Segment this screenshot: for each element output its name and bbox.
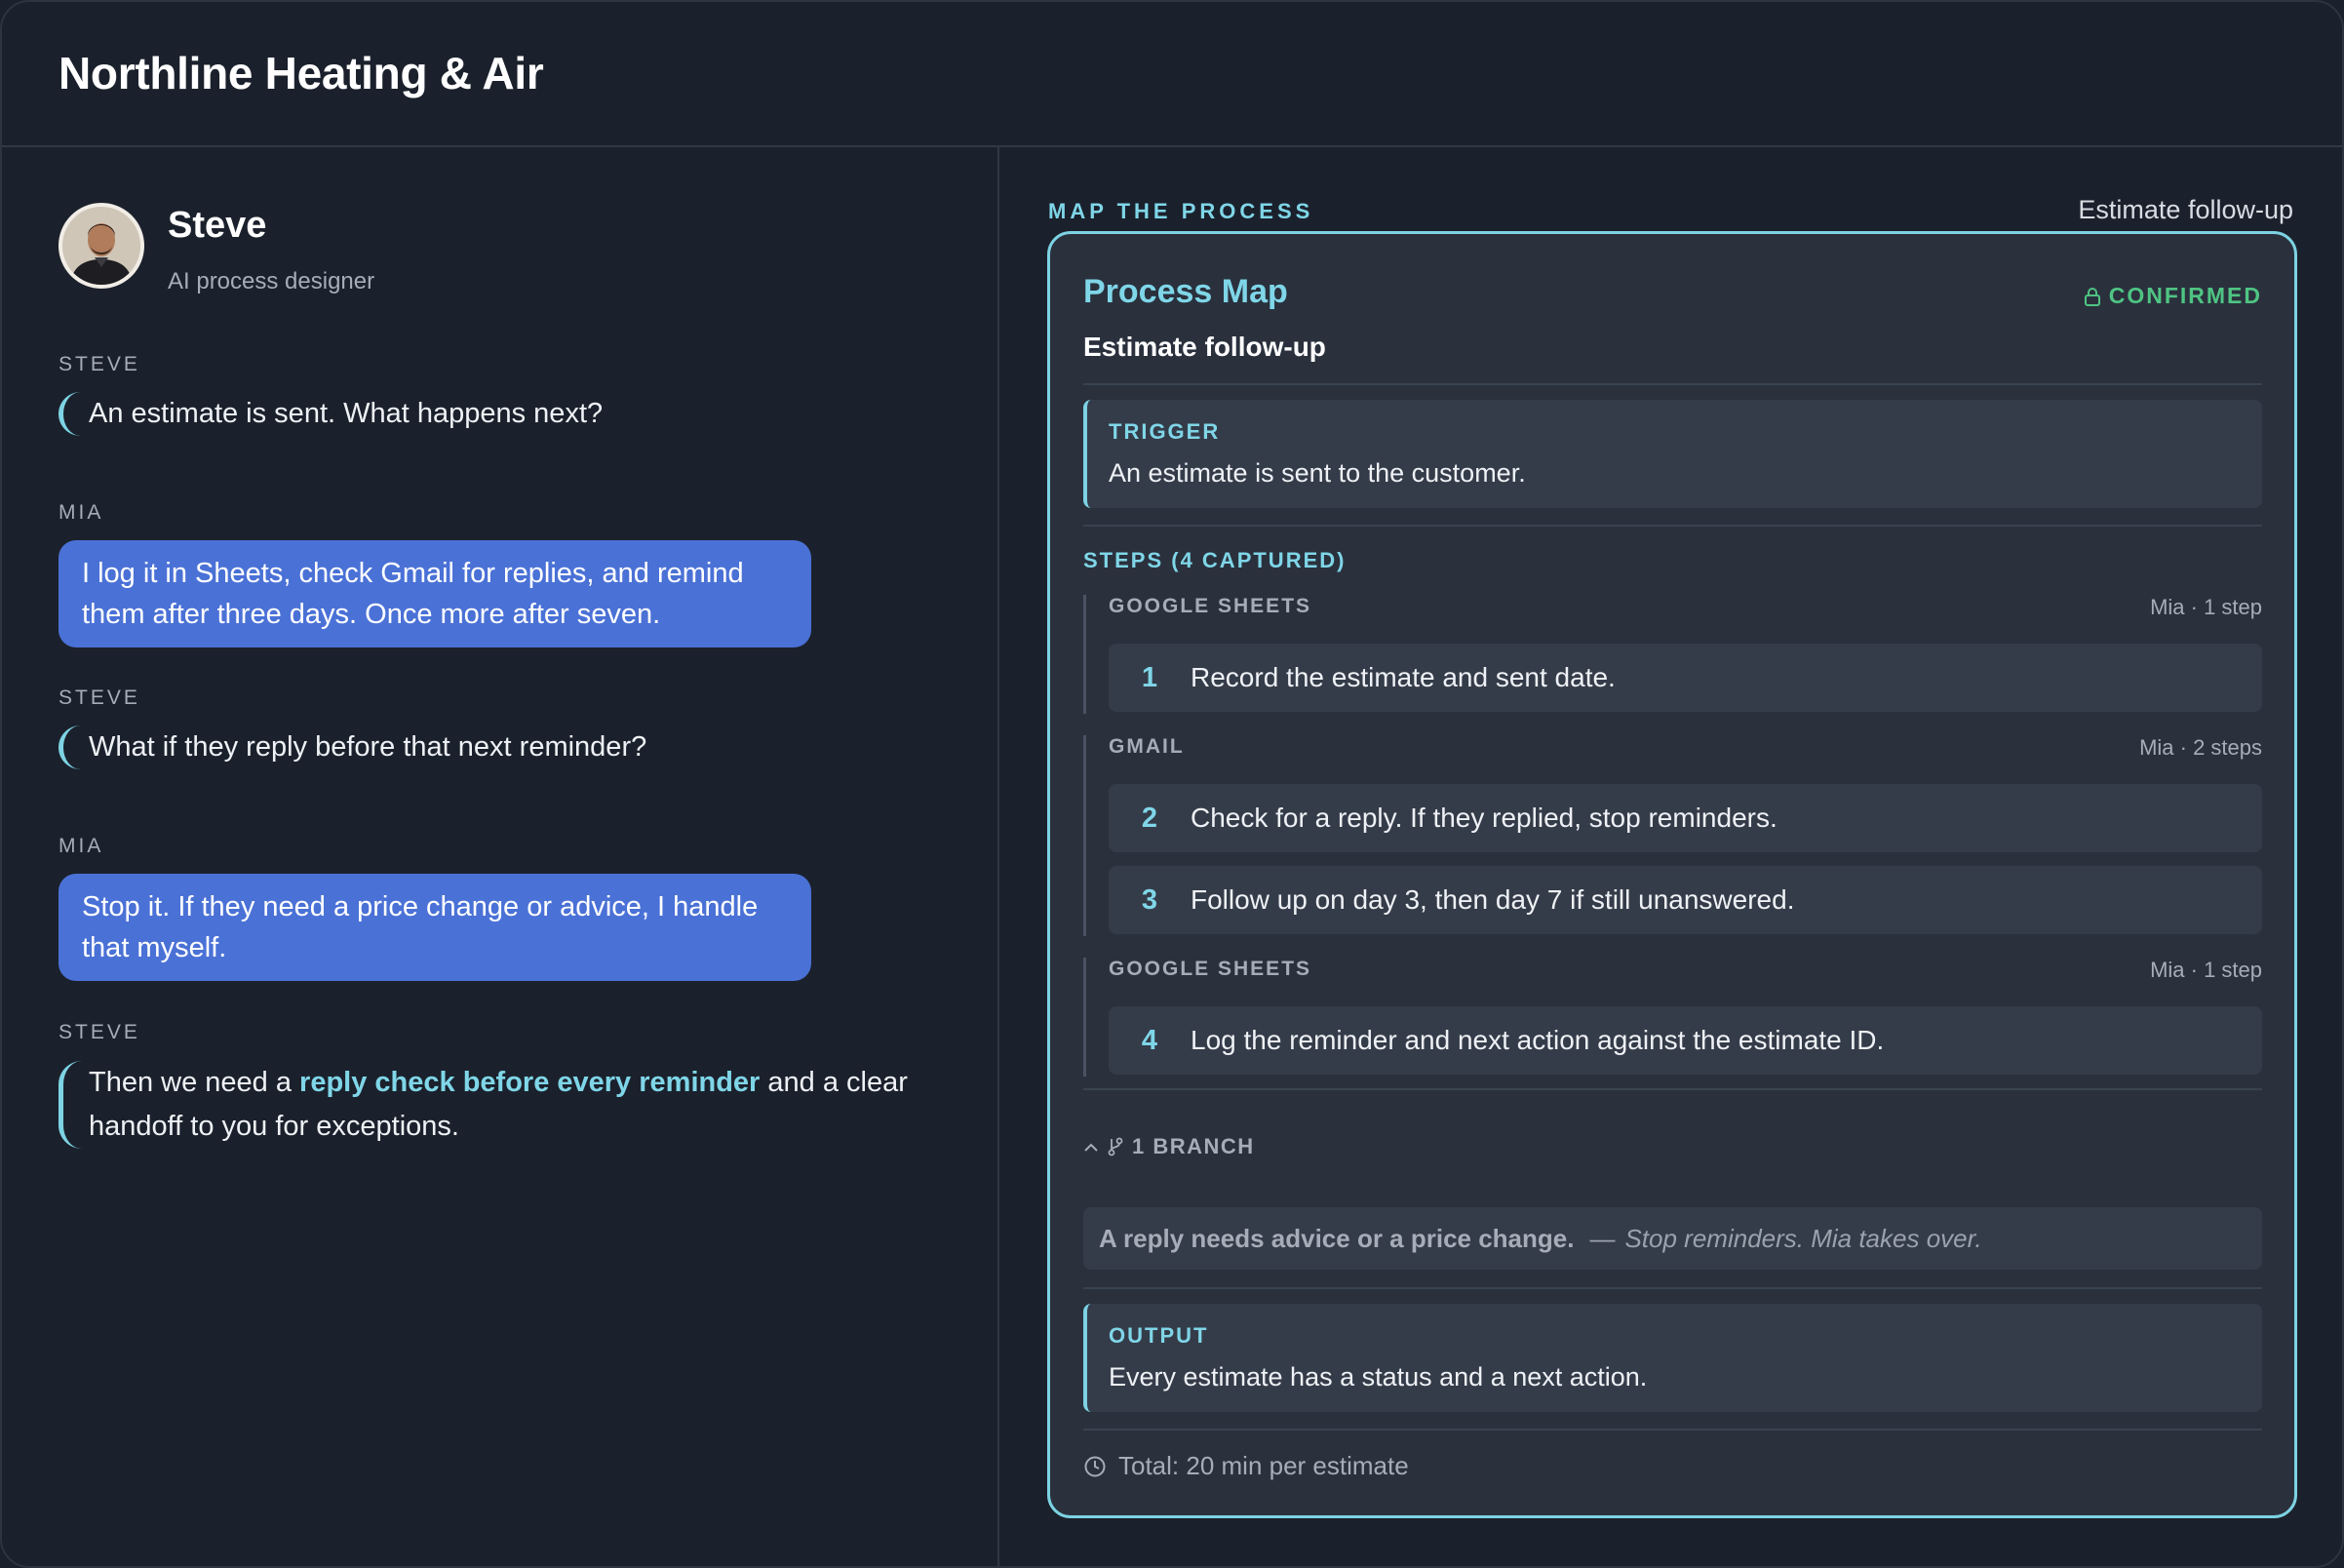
divider xyxy=(1083,1088,2262,1090)
user-message-bubble: Stop it. If they need a price change or … xyxy=(59,874,811,981)
highlighted-phrase: reply check before every reminder xyxy=(299,1067,761,1098)
steps-heading: STEPS (4 CAPTURED) xyxy=(1083,548,1347,572)
message-text: An estimate is sent. What happens next? xyxy=(89,398,604,429)
total-time: Total: 20 min per estimate xyxy=(1083,1451,1409,1481)
step-text: Follow up on day 3, then day 7 if still … xyxy=(1191,884,1795,915)
avatar-portrait-icon xyxy=(62,207,140,285)
speaker-label: STEVE xyxy=(59,353,140,375)
agent-question: Then we need a reply check before every … xyxy=(59,1061,966,1149)
divider xyxy=(1083,383,2262,385)
output-text: Every estimate has a status and a next a… xyxy=(1109,1362,1648,1392)
branch-separator: — xyxy=(1589,1223,1616,1253)
step-group: GOOGLE SHEETS Mia · 1 step 1 Record the … xyxy=(1083,595,2262,714)
divider xyxy=(1083,525,2262,527)
step-text: Check for a reply. If they replied, stop… xyxy=(1191,803,1778,833)
group-name: GOOGLE SHEETS xyxy=(1109,958,1312,980)
message-text: Stop it. If they need a price change or … xyxy=(82,891,759,963)
message-text: What if they reply before that next remi… xyxy=(89,731,647,763)
agent-question: What if they reply before that next remi… xyxy=(59,725,646,769)
branch-toggle[interactable]: 1 BRANCH xyxy=(1083,1134,1255,1159)
clock-icon xyxy=(1084,1456,1106,1476)
speaker-label: MIA xyxy=(59,501,104,524)
branch-item: A reply needs advice or a price change. … xyxy=(1083,1207,2262,1270)
status-badge: CONFIRMED xyxy=(2084,283,2262,309)
branch-icon xyxy=(1108,1137,1123,1156)
app-window: Northline Heating & Air Steve AI process… xyxy=(0,0,2344,1568)
process-map-card: Process Map CONFIRMED Estimate follow-up… xyxy=(1047,231,2297,1518)
speaker-label: STEVE xyxy=(59,1021,140,1043)
group-meta: Mia · 1 step xyxy=(2150,595,2262,619)
divider xyxy=(1083,1287,2262,1289)
speaker-label: STEVE xyxy=(59,686,140,709)
step-text: Log the reminder and next action against… xyxy=(1191,1025,1885,1055)
process-name: Estimate follow-up xyxy=(2078,195,2293,224)
speaker-label: MIA xyxy=(59,835,104,857)
user-message-bubble: I log it in Sheets, check Gmail for repl… xyxy=(59,540,811,647)
card-subtitle: Estimate follow-up xyxy=(1083,332,1326,362)
total-text: Total: 20 min per estimate xyxy=(1118,1451,1409,1480)
branch-heading: 1 BRANCH xyxy=(1132,1134,1255,1158)
group-name: GMAIL xyxy=(1109,735,1185,758)
trigger-text: An estimate is sent to the customer. xyxy=(1109,458,1526,488)
chevron-up-icon xyxy=(1084,1143,1098,1152)
agent-question: An estimate is sent. What happens next? xyxy=(59,392,603,436)
message-text: Then we need a xyxy=(89,1067,300,1098)
step-item[interactable]: 1 Record the estimate and sent date. xyxy=(1109,644,2262,712)
step-group: GMAIL Mia · 2 steps 2 Check for a reply.… xyxy=(1083,735,2262,936)
card-title: Process Map xyxy=(1083,273,1288,310)
step-item[interactable]: 3 Follow up on day 3, then day 7 if stil… xyxy=(1109,866,2262,934)
message-text: I log it in Sheets, check Gmail for repl… xyxy=(82,558,744,630)
step-number: 1 xyxy=(1141,661,1158,693)
trigger-block: TRIGGER An estimate is sent to the custo… xyxy=(1083,400,2262,508)
group-meta: Mia · 1 step xyxy=(2150,958,2262,982)
step-number: 3 xyxy=(1141,883,1158,916)
lock-icon xyxy=(2084,287,2100,306)
divider xyxy=(1083,1429,2262,1431)
section-label: MAP THE PROCESS xyxy=(1048,199,1314,223)
agent-name: Steve xyxy=(168,205,267,246)
output-label: OUTPUT xyxy=(1109,1323,1209,1348)
step-group: GOOGLE SHEETS Mia · 1 step 4 Log the rem… xyxy=(1083,958,2262,1077)
group-meta: Mia · 2 steps xyxy=(2139,735,2262,760)
avatar xyxy=(59,203,144,289)
group-name: GOOGLE SHEETS xyxy=(1109,595,1312,617)
trigger-label: TRIGGER xyxy=(1109,419,1221,444)
output-block: OUTPUT Every estimate has a status and a… xyxy=(1083,1304,2262,1412)
branch-condition: A reply needs advice or a price change. xyxy=(1099,1223,1575,1253)
step-item[interactable]: 2 Check for a reply. If they replied, st… xyxy=(1109,784,2262,852)
panel-divider xyxy=(997,147,999,1566)
header: Northline Heating & Air xyxy=(2,2,2342,147)
step-number: 2 xyxy=(1141,802,1158,834)
step-item[interactable]: 4 Log the reminder and next action again… xyxy=(1109,1006,2262,1075)
status-text: CONFIRMED xyxy=(2108,283,2262,308)
step-text: Record the estimate and sent date. xyxy=(1191,662,1616,692)
agent-role: AI process designer xyxy=(168,268,375,294)
app-title: Northline Heating & Air xyxy=(59,48,544,98)
step-number: 4 xyxy=(1141,1024,1158,1056)
branch-action: Stop reminders. Mia takes over. xyxy=(1624,1223,1982,1253)
